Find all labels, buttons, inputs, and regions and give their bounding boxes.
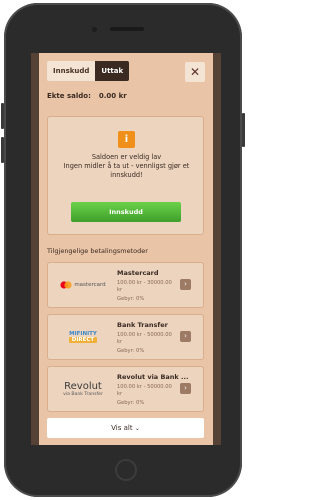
- front-camera: [92, 27, 97, 32]
- power-button: [242, 113, 245, 147]
- method-range: 100.00 kr - 50000.00 kr: [117, 384, 172, 397]
- volume-up-button: [1, 103, 4, 129]
- chevron-down-icon: ⌄: [134, 425, 140, 432]
- method-fee: Gebyr: 0%: [117, 400, 145, 406]
- mastercard-circles-icon: [60, 281, 72, 289]
- method-fee: Gebyr: 0%: [117, 348, 145, 354]
- payment-method-bank-transfer[interactable]: MIFINITY DIRECT Bank Transfer 100.00 kr …: [47, 314, 204, 360]
- see-all-button[interactable]: Vis alt ⌄: [47, 418, 204, 438]
- home-button[interactable]: [115, 459, 137, 481]
- method-name: Revolut via Bank ...: [117, 373, 189, 381]
- see-all-label: Vis alt: [111, 424, 133, 432]
- balance-row: Ekte saldo: 0.00 kr: [47, 92, 127, 100]
- method-range: 100.00 kr - 30000.00 kr: [117, 280, 172, 293]
- low-balance-notice: i Saldoen er veldig lav Ingen midler å t…: [47, 116, 204, 235]
- tab-deposit[interactable]: Innskudd: [47, 61, 96, 81]
- method-range: 100.00 kr - 50000.00 kr: [117, 332, 172, 345]
- background-game-right: [213, 53, 221, 445]
- revolut-logo-text: Revolut: [64, 380, 102, 392]
- cashier-modal: Innskudd Uttak ✕ Ekte saldo: 0.00 kr i Sa…: [39, 53, 213, 445]
- mastercard-logo-text: mastercard: [74, 282, 106, 288]
- mastercard-logo: mastercard: [55, 269, 111, 301]
- deposit-button[interactable]: Innskudd: [71, 202, 181, 222]
- info-icon: i: [118, 131, 135, 148]
- chevron-right-icon[interactable]: ›: [180, 331, 191, 342]
- phone-frame: Innskudd Uttak ✕ Ekte saldo: 0.00 kr i Sa…: [1, 3, 245, 497]
- balance-label: Ekte saldo:: [47, 92, 91, 100]
- payment-method-mastercard[interactable]: mastercard Mastercard 100.00 kr - 30000.…: [47, 262, 204, 308]
- method-fee: Gebyr: 0%: [117, 296, 145, 302]
- balance-value: 0.00 kr: [98, 92, 127, 100]
- chevron-right-icon[interactable]: ›: [180, 383, 191, 394]
- mifinity-direct-text: DIRECT: [68, 337, 98, 343]
- notice-line-1: Saldoen er veldig lav: [91, 153, 162, 161]
- notice-line-2: Ingen midler å ta ut - vennligst gjør et…: [63, 162, 190, 179]
- revolut-logo-subtext: via Bank Transfer: [63, 391, 103, 397]
- method-name: Mastercard: [117, 269, 159, 277]
- method-name: Bank Transfer: [117, 321, 168, 329]
- notice-text: Saldoen er veldig lav Ingen midler å ta …: [54, 153, 199, 180]
- screen: Innskudd Uttak ✕ Ekte saldo: 0.00 kr i Sa…: [31, 53, 221, 445]
- methods-title: Tilgjengelige betalingsmetoder: [47, 247, 148, 255]
- volume-down-button: [1, 137, 4, 163]
- cashier-tabs: Innskudd Uttak: [47, 61, 130, 81]
- close-icon[interactable]: ✕: [185, 62, 205, 82]
- speaker-grille: [110, 27, 144, 31]
- revolut-logo: Revolut via Bank Transfer: [55, 373, 111, 405]
- mifinity-logo: MIFINITY DIRECT: [55, 321, 111, 353]
- tab-withdraw[interactable]: Uttak: [95, 61, 130, 81]
- background-game-left: [31, 53, 39, 445]
- chevron-right-icon[interactable]: ›: [180, 279, 191, 290]
- payment-method-revolut[interactable]: Revolut via Bank Transfer Revolut via Ba…: [47, 366, 204, 412]
